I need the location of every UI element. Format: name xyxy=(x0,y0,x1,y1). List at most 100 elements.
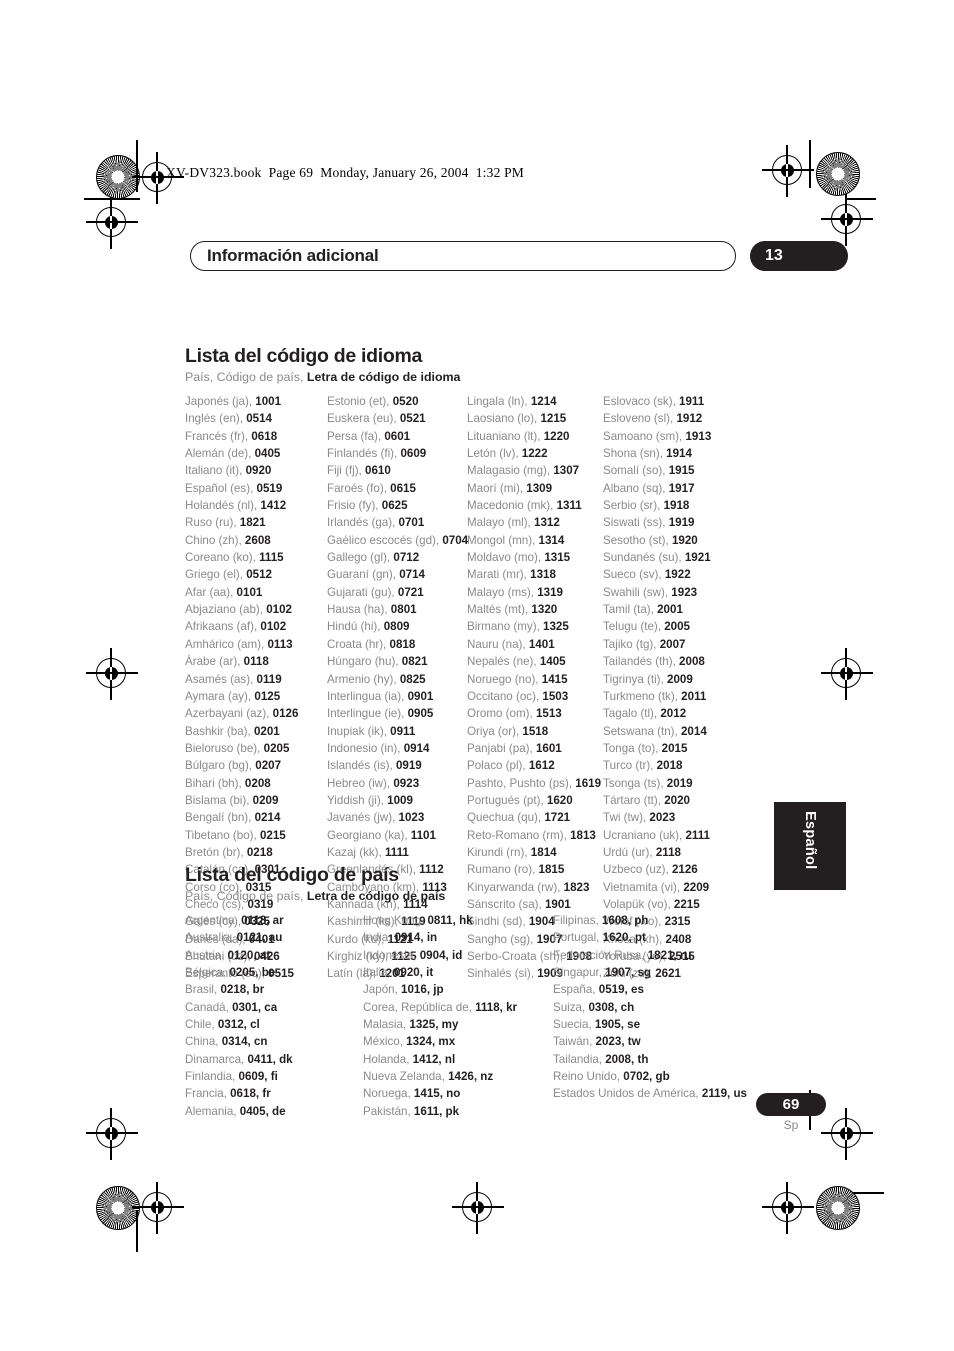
code-entry-name: Maltés (mt), xyxy=(467,603,532,617)
code-entry: Kazaj (kk), 1111 xyxy=(327,844,467,861)
code-entry-code: 0312, cl xyxy=(217,1018,260,1032)
code-entry-code: 1920 xyxy=(671,533,698,547)
code-entry: Hindú (hi), 0809 xyxy=(327,618,467,635)
code-entry: Alemania, 0405, de xyxy=(185,1103,363,1120)
code-entry: Croata (hr), 0818 xyxy=(327,636,467,653)
code-entry-code: 0712 xyxy=(393,551,420,565)
code-entry-code: 0209 xyxy=(252,793,279,807)
code-entry-code: 1913 xyxy=(685,429,712,443)
code-entry-code: 0405, de xyxy=(239,1104,286,1118)
code-entry-name: Bashkir (ba), xyxy=(185,724,254,738)
code-entry-code: 0609, fi xyxy=(238,1070,278,1084)
code-entry-name: Brasil, xyxy=(185,983,221,997)
code-entry-name: India, xyxy=(363,931,395,945)
code-entry: Shona (sn), 1914 xyxy=(603,445,753,462)
code-entry-name: Noruego (no), xyxy=(467,672,542,686)
code-entry-code: 1415, no xyxy=(413,1087,461,1101)
code-entry: Marati (mr), 1318 xyxy=(467,566,603,583)
code-entry: Federación Rusa, 1821, ru xyxy=(553,947,753,964)
registration-dot xyxy=(839,666,853,680)
code-entry-name: Sundanés (su), xyxy=(603,551,685,565)
code-entry-code: 0609 xyxy=(400,447,427,461)
code-entry-name: Yiddish (ji), xyxy=(327,793,388,807)
code-entry-name: Portugal, xyxy=(553,931,603,945)
code-entry-name: Telugu (te), xyxy=(603,620,665,634)
code-entry: Siswati (ss), 1919 xyxy=(603,514,753,531)
code-entry-name: Tailandés (th), xyxy=(603,655,680,669)
code-entry: Canadá, 0301, ca xyxy=(185,999,363,1016)
code-entry-code: 0521 xyxy=(399,412,426,426)
code-entry-name: Tibetano (bo), xyxy=(185,828,260,842)
code-entry: India, 0914, in xyxy=(363,929,553,946)
code-entry: Yiddish (ji), 1009 xyxy=(327,792,467,809)
code-entry: Finlandia, 0609, fi xyxy=(185,1068,363,1085)
code-entry: Tonga (to), 2015 xyxy=(603,740,753,757)
code-entry: Tibetano (bo), 0215 xyxy=(185,827,327,844)
code-entry-name: Hindú (hi), xyxy=(327,620,384,634)
code-entry: Quechua (qu), 1721 xyxy=(467,809,603,826)
code-entry-name: Tártaro (tt), xyxy=(603,793,665,807)
code-entry: Chile, 0312, cl xyxy=(185,1016,363,1033)
code-entry-name: Siswati (ss), xyxy=(603,516,669,530)
code-entry: Español (es), 0519 xyxy=(185,480,327,497)
code-entry: Turkmeno (tk), 2011 xyxy=(603,688,753,705)
country-code-section: Lista del código de país País, Código de… xyxy=(185,864,765,1120)
code-entry-code: 2011 xyxy=(681,689,707,703)
code-entry-name: Maorí (mi), xyxy=(467,481,527,495)
code-entry-name: Japonés (ja), xyxy=(185,395,256,408)
code-entry-code: 2007 xyxy=(659,637,686,651)
code-entry: Japón, 1016, jp xyxy=(363,981,553,998)
code-entry: Eslovaco (sk), 1911 xyxy=(603,393,753,410)
code-entry-code: 0714 xyxy=(399,568,425,582)
code-entry-name: Tamil (ta), xyxy=(603,603,658,617)
code-entry-code: 1314 xyxy=(538,533,565,547)
code-entry-name: Alemania, xyxy=(185,1104,240,1118)
code-entry: Interlingue (ie), 0905 xyxy=(327,705,467,722)
code-entry-code: 1912 xyxy=(676,412,703,426)
page-number-badge: 69 xyxy=(756,1093,826,1116)
code-entry: Tamil (ta), 2001 xyxy=(603,601,753,618)
code-entry-name: Malagasio (mg), xyxy=(467,464,554,478)
code-entry-code: 1917 xyxy=(668,481,695,495)
page-language-mark: Sp xyxy=(783,1118,799,1132)
code-entry-code: 0914 xyxy=(403,741,430,755)
code-entry-name: Noruega, xyxy=(363,1087,414,1101)
code-entry: Moldavo (mo), 1315 xyxy=(467,549,603,566)
code-entry-name: España, xyxy=(553,983,599,997)
code-entry-name: Griego (el), xyxy=(185,568,247,582)
code-entry: Islandés (is), 0919 xyxy=(327,757,467,774)
registration-dot xyxy=(839,1126,853,1140)
crop-mark-right-horizontal xyxy=(846,198,876,200)
code-entry: Australia, 0121, au xyxy=(185,929,363,946)
code-entry-code: 0205, be xyxy=(229,966,276,980)
code-entry-name: Amhárico (am), xyxy=(185,637,268,651)
code-entry-name: Finlandia, xyxy=(185,1070,239,1084)
code-entry: Francés (fr), 0618 xyxy=(185,428,327,445)
code-entry: Hausa (ha), 0801 xyxy=(327,601,467,618)
code-entry: Irlandés (ga), 0701 xyxy=(327,514,467,531)
code-entry: Guaraní (gn), 0714 xyxy=(327,566,467,583)
code-entry: Occitano (oc), 1503 xyxy=(467,688,603,705)
code-entry-code: 1426, nz xyxy=(448,1070,494,1084)
code-entry-name: Canadá, xyxy=(185,1000,233,1014)
code-entry-code: 2012 xyxy=(660,707,687,721)
code-entry-code: 1608, ph xyxy=(601,914,649,927)
code-entry-name: Irlandés (ga), xyxy=(327,516,399,530)
code-entry-code: 0601 xyxy=(384,429,411,443)
code-entry-name: Francés (fr), xyxy=(185,429,252,443)
code-entry-code: 0811, hk xyxy=(427,914,473,927)
code-entry-name: China, xyxy=(185,1035,222,1049)
code-entry-code: 0914, in xyxy=(394,931,438,945)
code-entry-name: Urdú (ur), xyxy=(603,845,656,859)
code-entry-name: Panjabi (pa), xyxy=(467,741,536,755)
code-entry-name: Lituaniano (lt), xyxy=(467,429,544,443)
language-subtitle-bold: Letra de código de idioma xyxy=(306,370,461,384)
code-entry-code: 0126 xyxy=(272,707,299,721)
registration-mark-left-middle xyxy=(86,648,138,700)
code-entry-name: Turco (tr), xyxy=(603,759,657,773)
language-side-tab: Español xyxy=(774,802,846,890)
code-entry-name: Tagalo (tl), xyxy=(603,707,661,721)
code-entry: Portugal, 1620, pt xyxy=(553,929,753,946)
code-entry-name: Ruso (ru), xyxy=(185,516,240,530)
code-entry-name: Estonio (et), xyxy=(327,395,393,408)
